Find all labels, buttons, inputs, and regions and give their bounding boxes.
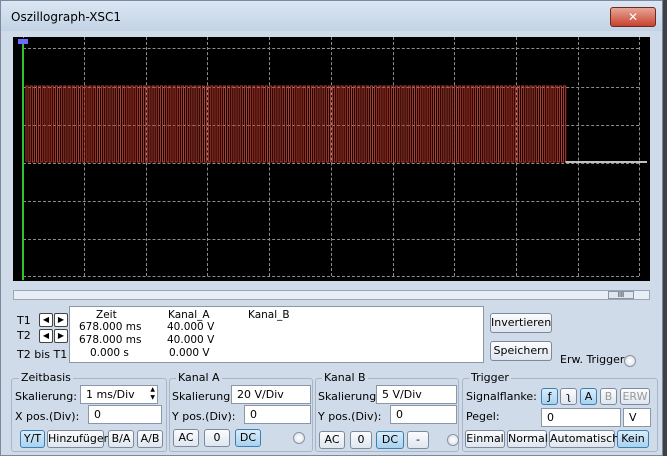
trigger-none-button[interactable]: Kein — [617, 430, 649, 448]
t2-time: 678.000 ms — [79, 334, 142, 346]
t2-minus-t1-label: T2 bis T1 — [17, 348, 68, 361]
timebase-xpos-label: X pos.(Div): — [15, 410, 80, 423]
col-header-time: Zeit — [96, 309, 117, 321]
channel-b-ypos-input[interactable]: 0 — [390, 405, 457, 424]
delta-channel-a: 0.000 V — [169, 347, 210, 359]
trigger-auto-button[interactable]: Automatisch — [549, 430, 619, 448]
desktop-edge — [663, 0, 667, 456]
channel-a-waveform — [25, 85, 647, 163]
channel-b-ac-button[interactable]: AC — [319, 431, 345, 449]
channel-b-zero-button[interactable]: 0 — [350, 431, 372, 449]
cursor-t1[interactable] — [22, 40, 24, 280]
mode-add-button[interactable]: Hinzufügen — [47, 430, 111, 448]
t1-label: T1 — [17, 314, 31, 327]
t2-channel-a: 40.000 V — [167, 334, 215, 346]
rising-edge-icon[interactable]: ƒ — [541, 388, 558, 405]
channel-a-scale-label: Skalierung: — [172, 390, 234, 403]
square-wave-trace — [25, 85, 568, 163]
t1-left-arrow-icon[interactable]: ◀ — [39, 313, 53, 327]
trigger-normal-button[interactable]: Normal — [507, 430, 548, 448]
trigger-source-a-button[interactable]: A — [580, 388, 597, 405]
channel-b-invert-button[interactable]: - — [407, 431, 429, 449]
mode-ab-button[interactable]: A/B — [137, 430, 163, 448]
trigger-level-unit[interactable]: V — [623, 408, 651, 427]
cursor-t1-handle[interactable] — [18, 39, 28, 44]
mode-yt-button[interactable]: Y/T — [20, 430, 45, 448]
timebase-title: Zeitbasis — [19, 371, 73, 384]
invert-button[interactable]: Invertieren — [490, 313, 552, 333]
trigger-source-b-button[interactable]: B — [600, 388, 617, 405]
cursor-readout-table: Zeit Kanal_A Kanal_B 678.000 ms 40.000 V… — [69, 306, 484, 363]
channel-b-title: Kanal B — [322, 371, 368, 384]
scope-display — [13, 37, 650, 281]
trigger-single-button[interactable]: Einmal — [465, 430, 505, 448]
channel-a-ypos-input[interactable]: 0 — [244, 405, 311, 424]
save-button[interactable]: Speichern — [490, 341, 552, 361]
t2-left-arrow-icon[interactable]: ◀ — [39, 329, 53, 343]
horizontal-scrollbar[interactable]: III — [13, 290, 650, 300]
channel-a-scale-input[interactable]: 20 V/Div — [231, 385, 311, 404]
channel-a-ypos-label: Y pos.(Div): — [172, 410, 236, 423]
mode-ba-button[interactable]: B/A — [108, 430, 134, 448]
t2-label: T2 — [17, 329, 31, 342]
delta-time: 0.000 s — [90, 347, 129, 359]
t1-time: 678.000 ms — [79, 321, 142, 333]
close-button[interactable]: ✕ — [610, 7, 656, 27]
ext-trigger-radio[interactable] — [624, 355, 636, 367]
channel-b-radio[interactable] — [447, 434, 459, 446]
t2-right-arrow-icon[interactable]: ▶ — [54, 329, 68, 343]
channel-b-ypos-label: Y pos.(Div): — [318, 410, 382, 423]
col-header-channel-b: Kanal_B — [248, 309, 290, 321]
oscilloscope-window: Oszillograph-XSC1 ✕ III T1 ◀ ▶ T2 ◀ ▶ T2… — [0, 0, 663, 456]
ext-trigger-label: Erw. Trigger — [560, 353, 625, 366]
t1-channel-a: 40.000 V — [167, 321, 215, 333]
trigger-edge-label: Signalflanke: — [466, 390, 537, 403]
channel-a-ac-button[interactable]: AC — [173, 429, 199, 447]
trigger-level-label: Pegel: — [466, 410, 500, 423]
trigger-title: Trigger — [469, 371, 511, 384]
window-title: Oszillograph-XSC1 — [11, 10, 122, 24]
trigger-level-input[interactable]: 0 — [541, 408, 621, 427]
channel-b-scale-label: Skalierung: — [318, 390, 380, 403]
spinner-icon[interactable]: ▲ ▼ — [150, 386, 155, 402]
trigger-source-ext-button[interactable]: ERW — [620, 388, 650, 405]
scrollbar-thumb[interactable]: III — [608, 291, 634, 299]
timebase-xpos-input[interactable]: 0 — [88, 405, 162, 424]
channel-b-dc-button[interactable]: DC — [376, 431, 404, 449]
title-bar[interactable]: Oszillograph-XSC1 ✕ — [1, 1, 662, 31]
timebase-scale-label: Skalierung: — [15, 390, 77, 403]
timebase-scale-value: 1 ms/Div — [86, 388, 135, 401]
channel-b-scale-input[interactable]: 5 V/Div — [376, 385, 457, 404]
channel-a-title: Kanal A — [176, 371, 222, 384]
falling-edge-icon[interactable]: ʅ — [560, 388, 577, 405]
channel-a-dc-button[interactable]: DC — [235, 429, 261, 447]
channel-a-zero-button[interactable]: 0 — [204, 429, 230, 447]
timebase-scale-input[interactable]: 1 ms/Div ▲ ▼ — [80, 385, 158, 404]
t1-right-arrow-icon[interactable]: ▶ — [54, 313, 68, 327]
channel-a-radio[interactable] — [293, 432, 305, 444]
col-header-channel-a: Kanal_A — [168, 309, 210, 321]
